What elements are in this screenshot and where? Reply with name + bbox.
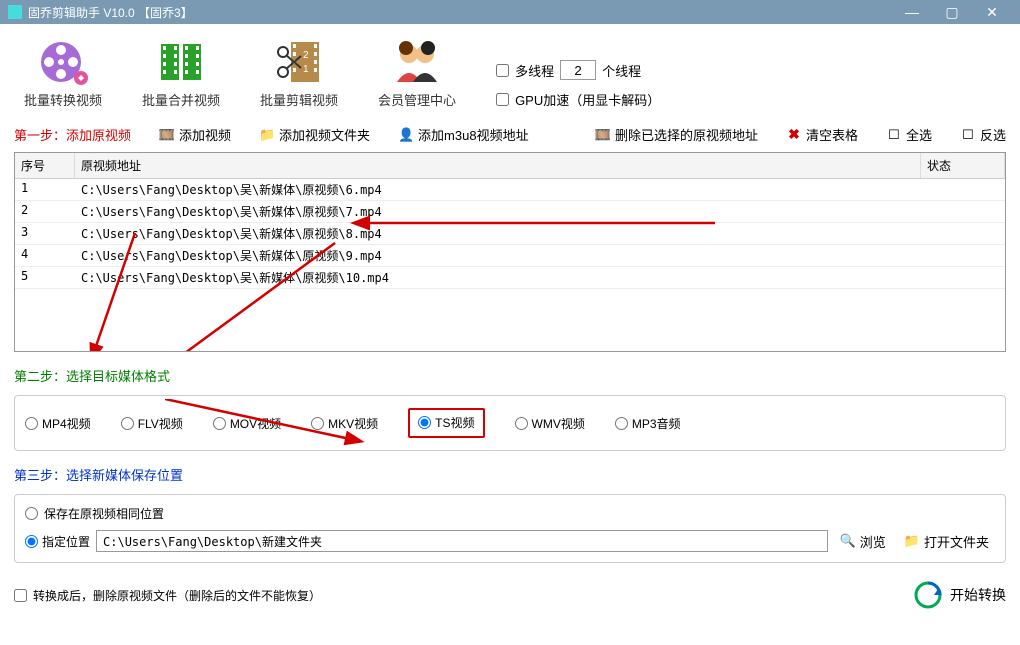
refresh-icon xyxy=(914,581,942,609)
multithread-label: 多线程 xyxy=(515,61,554,80)
cell-path: C:\Users\Fang\Desktop\吴\新媒体\原视频\7.mp4 xyxy=(75,201,921,222)
tool-convert[interactable]: 批量转换视频 xyxy=(24,38,102,109)
x-icon: ✖ xyxy=(786,127,802,143)
delete-selected-button[interactable]: 🎞️删除已选择的原视频地址 xyxy=(595,125,758,144)
start-convert-label: 开始转换 xyxy=(950,585,1006,605)
film-plus-icon: 🎞️ xyxy=(159,127,175,143)
tool-convert-label: 批量转换视频 xyxy=(24,90,102,109)
cell-status xyxy=(921,223,1005,244)
film-minus-icon: 🎞️ xyxy=(595,127,611,143)
table-row[interactable]: 3C:\Users\Fang\Desktop\吴\新媒体\原视频\8.mp4 xyxy=(15,223,1005,245)
save-group: 保存在原视频相同位置 指定位置 🔍浏览 📁打开文件夹 xyxy=(14,494,1006,563)
cell-index: 2 xyxy=(15,201,75,222)
cell-index: 1 xyxy=(15,179,75,200)
step2-title: 第二步：选择目标媒体格式 xyxy=(14,366,1006,385)
invert-select-button[interactable]: ☐反选 xyxy=(960,125,1006,144)
browse-button[interactable]: 🔍浏览 xyxy=(834,532,892,551)
cell-status xyxy=(921,179,1005,200)
svg-text:1: 1 xyxy=(303,64,309,75)
table-row[interactable]: 1C:\Users\Fang\Desktop\吴\新媒体\原视频\6.mp4 xyxy=(15,179,1005,201)
film-clip-icon: 21 xyxy=(271,38,327,86)
cell-path: C:\Users\Fang\Desktop\吴\新媒体\原视频\6.mp4 xyxy=(75,179,921,200)
cell-path: C:\Users\Fang\Desktop\吴\新媒体\原视频\10.mp4 xyxy=(75,267,921,288)
cell-index: 5 xyxy=(15,267,75,288)
save-specified-location[interactable]: 指定位置 xyxy=(25,533,90,550)
folder-icon: 📁 xyxy=(904,533,920,549)
format-flv[interactable]: FLV视频 xyxy=(121,415,183,432)
window-title: 固乔剪辑助手 V10.0 【固乔3】 xyxy=(28,4,892,21)
start-convert-button[interactable]: 开始转换 xyxy=(914,581,1006,609)
format-ts[interactable]: TS视频 xyxy=(418,414,474,431)
cell-path: C:\Users\Fang\Desktop\吴\新媒体\原视频\9.mp4 xyxy=(75,245,921,266)
save-same-location[interactable]: 保存在原视频相同位置 xyxy=(25,505,995,522)
thread-suffix: 个线程 xyxy=(602,61,641,80)
add-video-button[interactable]: 🎞️添加视频 xyxy=(159,125,231,144)
tool-merge[interactable]: 批量合并视频 xyxy=(142,38,220,109)
tool-member-label: 会员管理中心 xyxy=(378,90,456,109)
titlebar: 固乔剪辑助手 V10.0 【固乔3】 — ▢ ✕ xyxy=(0,0,1020,24)
add-m3u8-button[interactable]: 👤添加m3u8视频地址 xyxy=(398,125,529,144)
cell-status xyxy=(921,267,1005,288)
minimize-button[interactable]: — xyxy=(892,0,932,24)
film-merge-icon xyxy=(153,38,209,86)
table-row[interactable]: 5C:\Users\Fang\Desktop\吴\新媒体\原视频\10.mp4 xyxy=(15,267,1005,289)
tool-member[interactable]: 会员管理中心 xyxy=(378,38,456,109)
format-group: MP4视频 FLV视频 MOV视频 MKV视频 TS视频 WMV视频 MP3音频 xyxy=(14,395,1006,451)
format-mp3[interactable]: MP3音频 xyxy=(615,415,681,432)
tool-clip[interactable]: 21 批量剪辑视频 xyxy=(260,38,338,109)
table-row[interactable]: 2C:\Users\Fang\Desktop\吴\新媒体\原视频\7.mp4 xyxy=(15,201,1005,223)
col-index: 序号 xyxy=(15,153,75,178)
delete-after-checkbox[interactable] xyxy=(14,589,27,602)
tool-clip-label: 批量剪辑视频 xyxy=(260,90,338,109)
app-icon xyxy=(8,5,22,19)
multithread-checkbox[interactable] xyxy=(496,64,509,77)
people-icon xyxy=(389,38,445,86)
cell-index: 3 xyxy=(15,223,75,244)
format-wmv[interactable]: WMV视频 xyxy=(515,415,585,432)
cell-path: C:\Users\Fang\Desktop\吴\新媒体\原视频\8.mp4 xyxy=(75,223,921,244)
col-path: 原视频地址 xyxy=(75,153,921,178)
format-mov[interactable]: MOV视频 xyxy=(213,415,281,432)
search-icon: 🔍 xyxy=(840,533,856,549)
open-folder-button[interactable]: 📁打开文件夹 xyxy=(898,532,995,551)
save-path-input[interactable] xyxy=(96,530,828,552)
col-status: 状态 xyxy=(921,153,1005,178)
select-all-button[interactable]: ☐全选 xyxy=(886,125,932,144)
maximize-button[interactable]: ▢ xyxy=(932,0,972,24)
clear-table-button[interactable]: ✖清空表格 xyxy=(786,125,858,144)
check-icon: ☐ xyxy=(886,127,902,143)
table-row[interactable]: 4C:\Users\Fang\Desktop\吴\新媒体\原视频\9.mp4 xyxy=(15,245,1005,267)
gpu-label: GPU加速（用显卡解码） xyxy=(515,90,660,109)
cell-index: 4 xyxy=(15,245,75,266)
format-mkv[interactable]: MKV视频 xyxy=(311,415,378,432)
svg-text:2: 2 xyxy=(303,50,309,61)
uncheck-icon: ☐ xyxy=(960,127,976,143)
film-reel-icon xyxy=(35,38,91,86)
tool-merge-label: 批量合并视频 xyxy=(142,90,220,109)
add-folder-button[interactable]: 📁添加视频文件夹 xyxy=(259,125,370,144)
format-mp4[interactable]: MP4视频 xyxy=(25,415,91,432)
folder-plus-icon: 📁 xyxy=(259,127,275,143)
cell-status xyxy=(921,201,1005,222)
delete-after-label: 转换成后，删除原视频文件（删除后的文件不能恢复） xyxy=(33,587,321,604)
close-button[interactable]: ✕ xyxy=(972,0,1012,24)
step3-title: 第三步：选择新媒体保存位置 xyxy=(14,465,1006,484)
link-icon: 👤 xyxy=(398,127,414,143)
thread-count-input[interactable] xyxy=(560,60,596,80)
gpu-checkbox[interactable] xyxy=(496,93,509,106)
delete-after-checkbox-row[interactable]: 转换成后，删除原视频文件（删除后的文件不能恢复） xyxy=(14,587,321,604)
cell-status xyxy=(921,245,1005,266)
table-header: 序号 原视频地址 状态 xyxy=(15,153,1005,179)
video-table[interactable]: 序号 原视频地址 状态 1C:\Users\Fang\Desktop\吴\新媒体… xyxy=(14,152,1006,352)
step1-title: 第一步：添加原视频 xyxy=(14,125,131,144)
